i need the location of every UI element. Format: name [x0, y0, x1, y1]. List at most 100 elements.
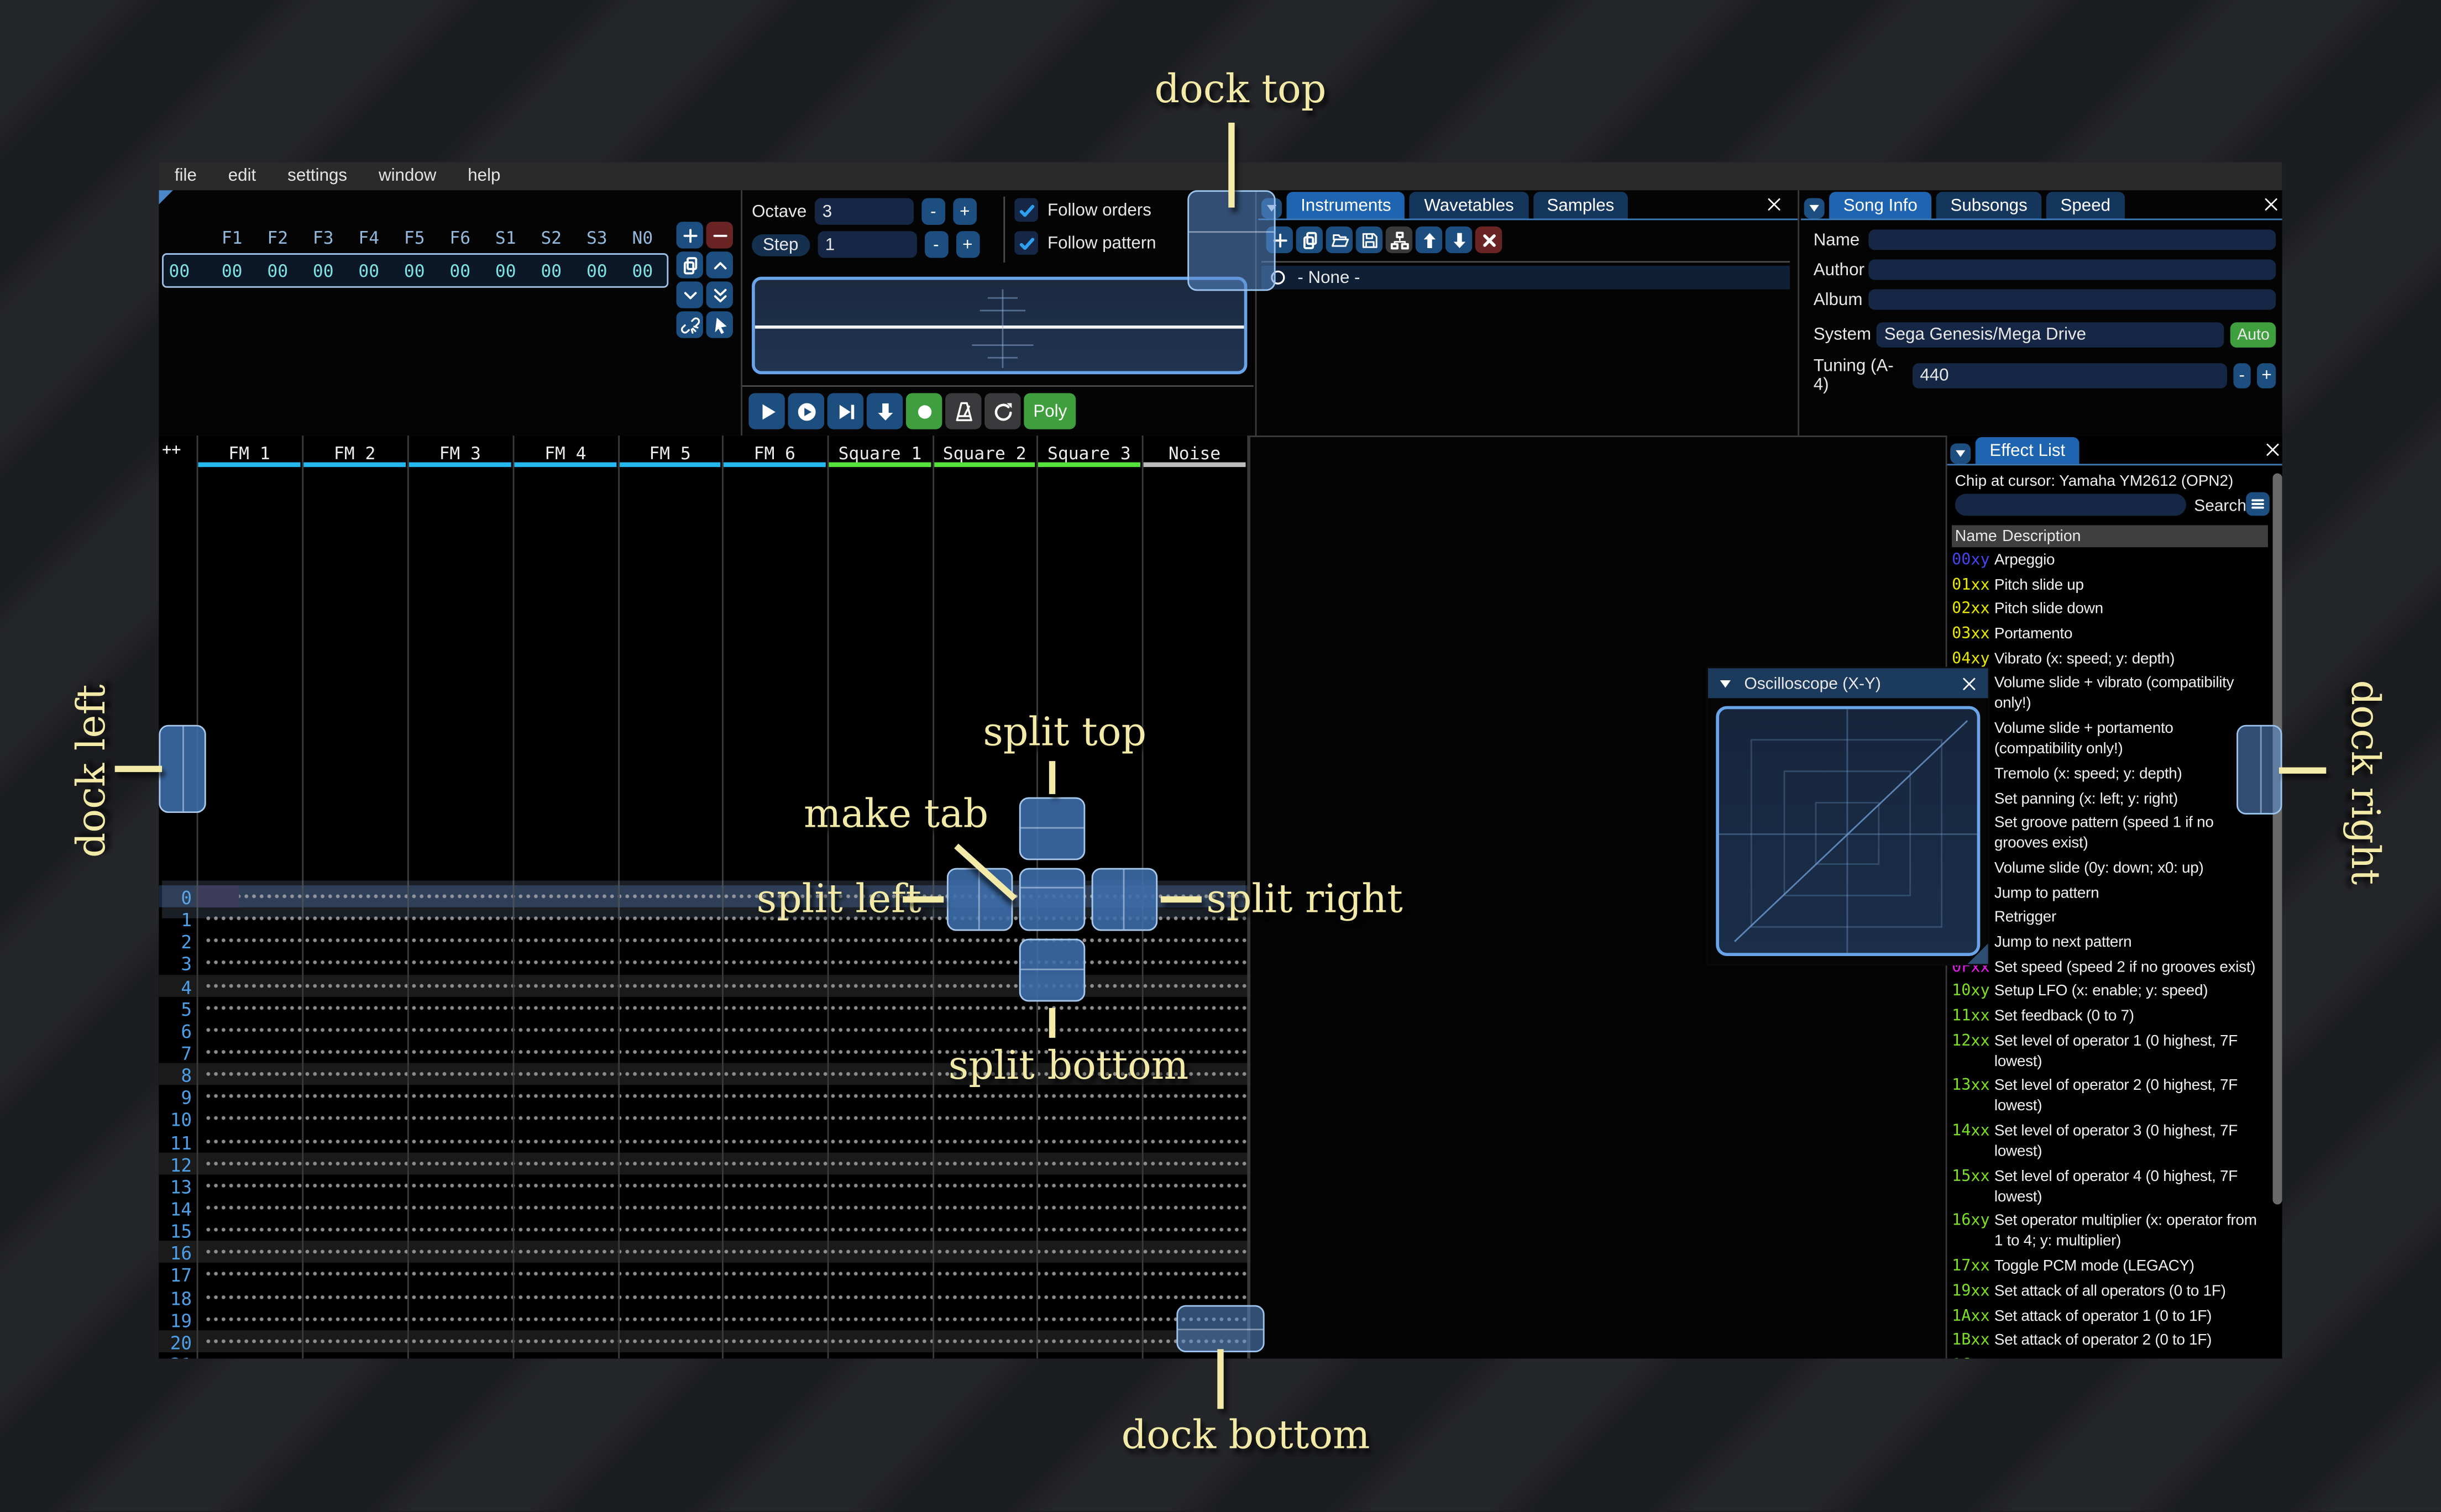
empty-row-dots[interactable] [204, 974, 1248, 997]
order-value-F2[interactable]: 00 [255, 260, 301, 281]
move-instrument-up-button[interactable] [1415, 226, 1443, 254]
effect-row-05xy[interactable]: 05xyVolume slide + vibrato (compatibilit… [1952, 674, 2268, 719]
dock-right-target[interactable] [2236, 725, 2282, 815]
split-right-target[interactable] [1091, 868, 1158, 931]
pattern-row-2[interactable]: 2 [159, 930, 1250, 953]
octave-minus-button[interactable]: - [921, 198, 945, 225]
effect-row-01xx[interactable]: 01xx Pitch slide up [1952, 575, 2268, 600]
effect-row-13xx[interactable]: 13xx Set level of operator 2 (0 highest, … [1952, 1076, 2268, 1121]
channel-header-fm-6[interactable]: FM 6 [722, 440, 827, 466]
channel-header-square-2[interactable]: Square 2 [933, 440, 1036, 466]
tab-effect-list[interactable]: Effect List [1975, 437, 2079, 464]
empty-row-dots[interactable] [204, 1107, 1248, 1130]
effect-row-12xx[interactable]: 12xx Set level of operator 1 (0 highest, … [1952, 1031, 2268, 1077]
effect-row-1Cxx[interactable]: 1CxxSet attack of operator 3 (0 to 1F) [1952, 1355, 2268, 1358]
order-value-N0[interactable]: 00 [620, 260, 666, 281]
menu-settings[interactable]: settings [287, 167, 347, 186]
effect-row-03xx[interactable]: 03xx Portamento [1952, 624, 2268, 649]
pattern-row-18[interactable]: 18 [159, 1285, 1250, 1309]
collapse-button[interactable] [1950, 443, 1971, 464]
empty-row-dots[interactable] [204, 1241, 1248, 1263]
effect-row-0Dxx[interactable]: 0DxxJump to next pattern [1952, 932, 2268, 957]
effect-row-10xy[interactable]: 10xy Setup LFO (x: enable; y: speed) [1952, 981, 2268, 1006]
split-top-target[interactable] [1019, 797, 1086, 860]
empty-row-dots[interactable] [204, 1085, 1248, 1108]
empty-row-dots[interactable] [204, 1308, 1248, 1330]
empty-row-dots[interactable] [204, 1285, 1248, 1308]
channel-header-fm-3[interactable]: FM 3 [407, 440, 513, 466]
play-from-cursor-button[interactable] [788, 393, 824, 429]
menu-file[interactable]: file [175, 167, 197, 186]
stop-button[interactable] [866, 393, 903, 429]
collapse-icon[interactable] [1717, 675, 1733, 691]
follow-pattern-checkbox[interactable] [1014, 231, 1038, 255]
order-change-mode-button[interactable] [706, 311, 733, 338]
step-button[interactable]: Step [752, 233, 810, 256]
album-input[interactable] [1868, 289, 2276, 310]
effect-row-00xy[interactable]: 00xy Arpeggio [1952, 550, 2268, 575]
open-instrument-button[interactable] [1326, 226, 1353, 254]
channel-header-square-1[interactable]: Square 1 [827, 440, 933, 466]
step-one-row-button[interactable] [827, 393, 864, 429]
order-value-F3[interactable]: 00 [300, 260, 346, 281]
channel-header-noise[interactable]: Noise [1142, 440, 1248, 466]
instrument-list-item[interactable]: - None - [1261, 265, 1790, 290]
step-minus-button[interactable]: - [924, 231, 948, 258]
dock-left-target[interactable] [159, 725, 206, 813]
close-icon[interactable] [2262, 195, 2281, 214]
effect-row-09xx[interactable]: 09xxSet groove pattern (speed 1 if no gr… [1952, 813, 2268, 859]
empty-row-dots[interactable] [204, 1152, 1248, 1174]
channel-header-square-3[interactable]: Square 3 [1036, 440, 1142, 466]
pattern-row-15[interactable]: 15 [159, 1219, 1250, 1242]
save-instrument-button[interactable] [1355, 226, 1383, 254]
pattern-row-9[interactable]: 9 [159, 1085, 1250, 1109]
split-bottom-target[interactable] [1019, 938, 1086, 1002]
tuning-plus-button[interactable]: + [2257, 363, 2276, 389]
effect-row-08xy[interactable]: 08xySet panning (x: left; y: right) [1952, 789, 2268, 813]
empty-row-dots[interactable] [204, 1019, 1248, 1041]
name-input[interactable] [1868, 229, 2276, 250]
effect-row-16xy[interactable]: 16xy Set operator multiplier (x: operator… [1952, 1211, 2268, 1257]
effect-row-06xy[interactable]: 06xyVolume slide + portamento (compatibi… [1952, 719, 2268, 764]
effect-row-0Bxx[interactable]: 0BxxJump to pattern [1952, 883, 2268, 908]
order-value-F6[interactable]: 00 [437, 260, 483, 281]
tuning-input[interactable]: 440 [1912, 363, 2227, 389]
tab-instruments[interactable]: Instruments [1286, 192, 1406, 219]
effect-row-1Bxx[interactable]: 1Bxx Set attack of operator 2 (0 to 1F) [1952, 1331, 2268, 1356]
make-tab-target[interactable] [1019, 868, 1086, 931]
pattern-row-14[interactable]: 14 [159, 1196, 1250, 1220]
order-value-F1[interactable]: 00 [209, 260, 255, 281]
pattern-row-20[interactable]: 20 [159, 1330, 1251, 1353]
order-value-S3[interactable]: 00 [574, 260, 620, 281]
instrument-organizer-button[interactable] [1385, 226, 1413, 254]
collapse-button[interactable] [1804, 198, 1825, 219]
pattern-row-21[interactable]: 21 [159, 1352, 1250, 1359]
menu-help[interactable]: help [468, 167, 500, 186]
channel-header-fm-1[interactable]: FM 1 [197, 440, 302, 466]
channel-header-fm-4[interactable]: FM 4 [513, 440, 619, 466]
tuning-minus-button[interactable]: - [2233, 363, 2251, 389]
channel-header-fm-2[interactable]: FM 2 [302, 440, 407, 466]
pattern-row-4[interactable]: 4 [159, 974, 1251, 998]
tab-song-info[interactable]: Song Info [1829, 192, 1932, 219]
delete-instrument-button[interactable] [1475, 226, 1502, 254]
oscilloscope-titlebar[interactable]: Oscilloscope (X-Y) [1708, 668, 1988, 699]
octave-plus-button[interactable]: + [952, 198, 977, 225]
auto-system-button[interactable]: Auto [2230, 322, 2276, 348]
add-order-button[interactable] [676, 222, 703, 249]
effect-row-0Axy[interactable]: 0AxyVolume slide (0y: down; x0: up) [1952, 858, 2268, 883]
effect-row-07xy[interactable]: 07xyTremolo (x: speed; y: depth) [1952, 764, 2268, 789]
channel-header-fm-5[interactable]: FM 5 [618, 440, 722, 466]
pattern-row-19[interactable]: 19 [159, 1308, 1250, 1331]
effect-row-19xx[interactable]: 19xx Set attack of all operators (0 to 1F… [1952, 1281, 2268, 1306]
split-left-target[interactable] [946, 868, 1013, 931]
pattern-row-16[interactable]: 16 [159, 1241, 1251, 1264]
tab-speed[interactable]: Speed [2046, 192, 2125, 219]
empty-row-dots[interactable] [204, 1219, 1248, 1241]
order-value-S2[interactable]: 00 [528, 260, 574, 281]
effect-row-1Axx[interactable]: 1Axx Set attack of operator 1 (0 to 1F) [1952, 1306, 2268, 1331]
resize-grip[interactable] [1967, 943, 1988, 964]
tab-wavetables[interactable]: Wavetables [1410, 192, 1528, 219]
metronome-button[interactable] [945, 393, 982, 429]
pattern-row-6[interactable]: 6 [159, 1019, 1250, 1042]
